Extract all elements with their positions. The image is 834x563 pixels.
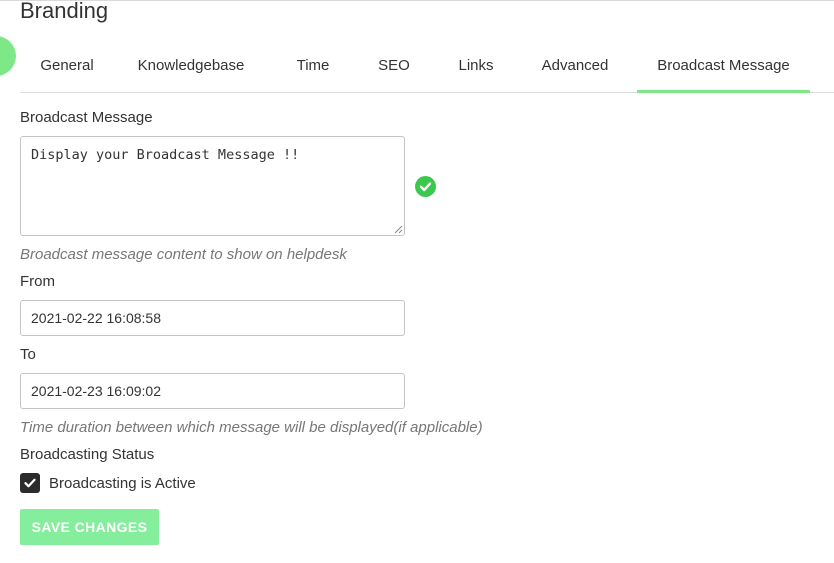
to-datetime-input[interactable]: [20, 373, 405, 409]
resize-grip-icon[interactable]: [394, 225, 403, 234]
broadcasting-active-label[interactable]: Broadcasting is Active: [49, 475, 196, 492]
tab-bar: General Knowledgebase Time SEO Links Adv…: [20, 46, 834, 93]
page-title: Branding: [20, 0, 109, 23]
tab-links[interactable]: Links: [444, 46, 508, 92]
broadcasting-status-label: Broadcasting Status: [20, 446, 155, 463]
from-label: From: [20, 273, 55, 290]
top-divider: [0, 0, 834, 1]
checkmark-icon: [24, 478, 36, 488]
tab-advanced[interactable]: Advanced: [528, 46, 622, 92]
broadcasting-active-checkbox[interactable]: [20, 473, 40, 493]
tab-seo[interactable]: SEO: [364, 46, 424, 92]
broadcast-message-label: Broadcast Message: [20, 109, 153, 126]
tab-broadcast-message[interactable]: Broadcast Message: [637, 46, 810, 93]
to-label: To: [20, 346, 36, 363]
floating-action-button[interactable]: [0, 36, 16, 76]
tab-time[interactable]: Time: [282, 46, 344, 92]
save-changes-button[interactable]: SAVE CHANGES: [20, 509, 159, 545]
check-circle-icon: [415, 176, 436, 197]
duration-hint: Time duration between which message will…: [20, 419, 483, 436]
tab-general[interactable]: General: [20, 46, 114, 92]
broadcast-message-hint: Broadcast message content to show on hel…: [20, 246, 347, 263]
broadcast-message-textarea[interactable]: Display your Broadcast Message !!: [20, 136, 405, 236]
tab-knowledgebase[interactable]: Knowledgebase: [132, 46, 250, 92]
from-datetime-input[interactable]: [20, 300, 405, 336]
